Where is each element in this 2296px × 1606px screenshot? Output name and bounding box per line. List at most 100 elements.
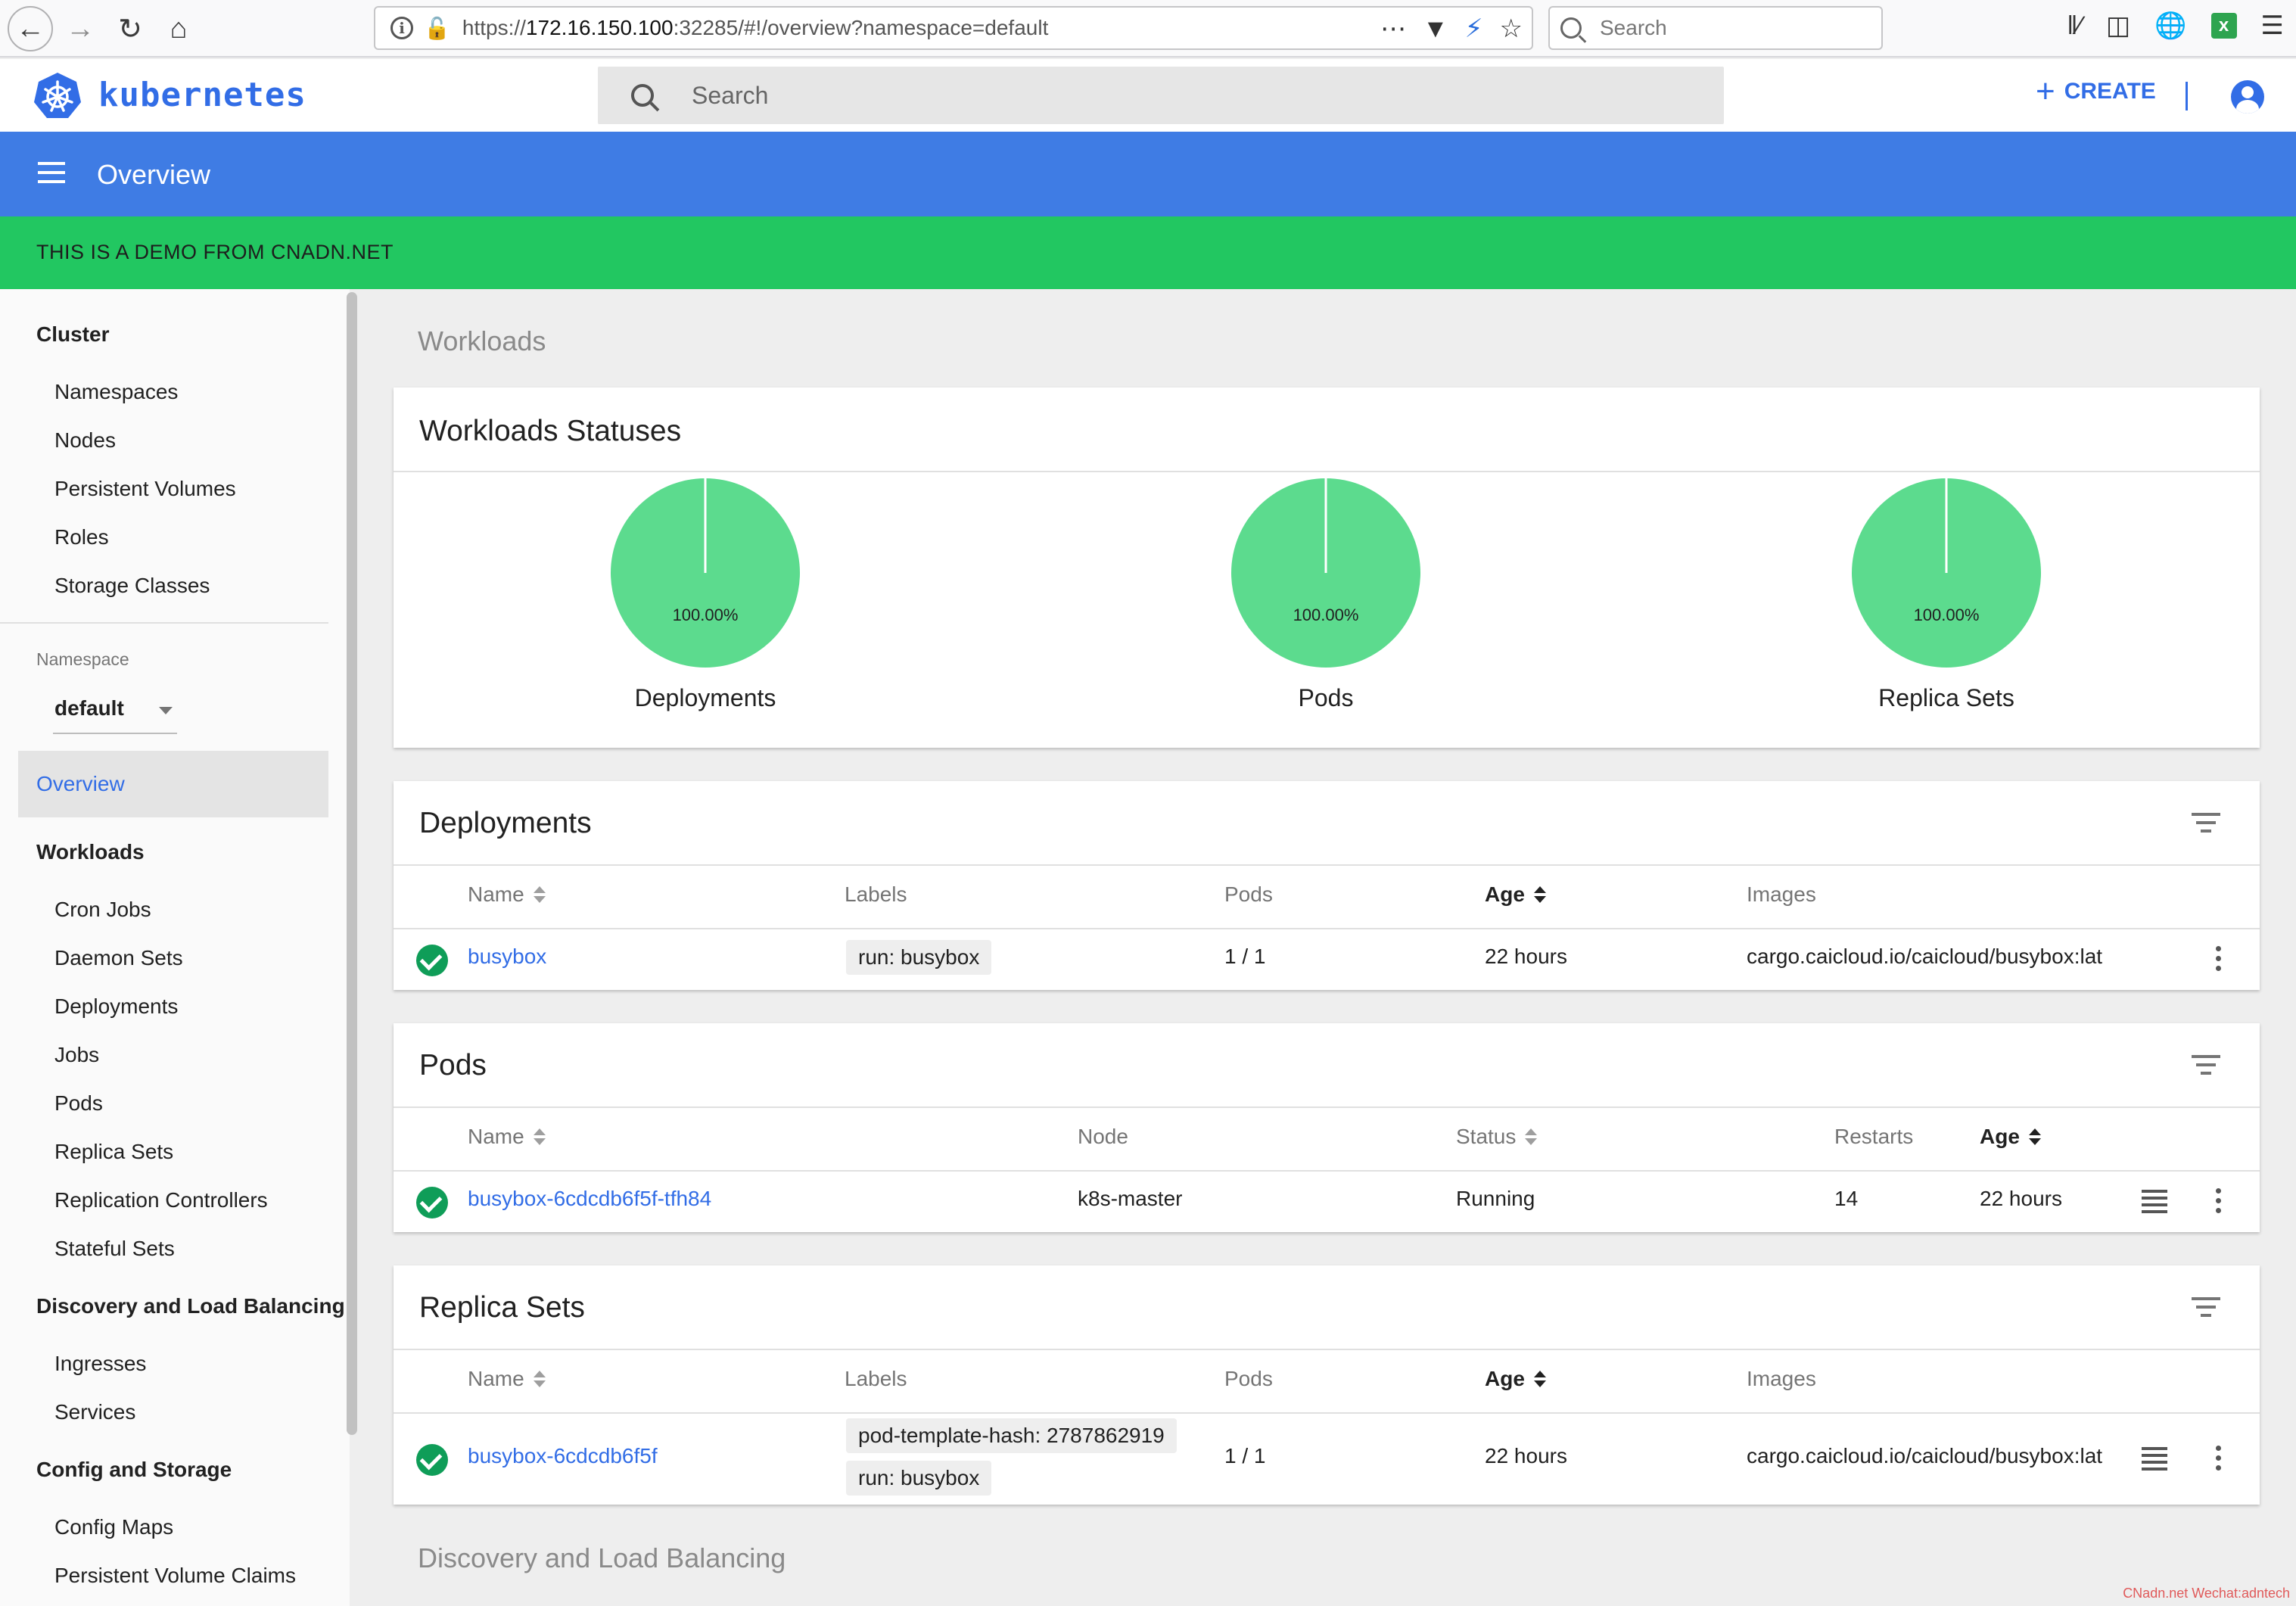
sidebar-item-roles[interactable]: Roles [54, 525, 109, 549]
sidebar-item-replica-sets[interactable]: Replica Sets [54, 1140, 173, 1164]
hamburger-menu-icon[interactable]: ☰ [2261, 11, 2284, 41]
create-button[interactable]: + CREATE [2036, 73, 2156, 110]
card-title: Workloads Statuses [419, 415, 682, 447]
status-value: Running [1456, 1187, 1535, 1210]
sidebar-icon[interactable]: ◫ [2106, 11, 2130, 41]
sidebar-item-stateful-sets[interactable]: Stateful Sets [54, 1237, 175, 1261]
namespace-label: Namespace [36, 649, 129, 669]
app-search-input[interactable]: Search [598, 67, 1724, 124]
pods-count: 1 / 1 [1224, 1444, 1266, 1467]
sidebar-heading-cluster[interactable]: Cluster [36, 322, 109, 347]
filter-icon[interactable] [2192, 1055, 2220, 1078]
sidebar-item-overview[interactable]: Overview [18, 751, 328, 817]
browser-search-input[interactable]: Search [1548, 6, 1883, 50]
card-title: Replica Sets [419, 1291, 585, 1324]
section-title-discovery: Discovery and Load Balancing [418, 1542, 786, 1573]
label-chip: run: busybox [846, 940, 992, 975]
bookmark-star-icon[interactable]: ☆ [1500, 14, 1523, 44]
sidebar-divider [0, 622, 328, 624]
age-value: 22 hours [1485, 945, 1567, 968]
sidebar-item-namespaces[interactable]: Namespaces [54, 380, 178, 404]
back-icon[interactable]: ← [8, 6, 53, 51]
sidebar-item-deployments[interactable]: Deployments [54, 994, 178, 1019]
sidebar-item-persistent-volume-claims[interactable]: Persistent Volume Claims [54, 1564, 296, 1588]
sidebar-item-config-maps[interactable]: Config Maps [54, 1515, 173, 1539]
menu-icon[interactable] [38, 162, 65, 185]
column-header-age[interactable]: Age [1980, 1125, 2041, 1149]
forward-icon[interactable]: → [58, 6, 103, 51]
pocket-icon[interactable]: ▼ [1423, 14, 1448, 44]
more-vert-icon[interactable] [2214, 946, 2222, 973]
image-value: cargo.caicloud.io/caicloud/busybox:lates… [1747, 1444, 2102, 1467]
sidebar-item-services[interactable]: Services [54, 1400, 135, 1424]
logs-icon[interactable] [2142, 1447, 2167, 1471]
sidebar-item-storage-classes[interactable]: Storage Classes [54, 574, 210, 598]
page-title: Overview [97, 159, 211, 190]
more-vert-icon[interactable] [2214, 1446, 2222, 1473]
sidebar-item-persistent-volumes[interactable]: Persistent Volumes [54, 477, 236, 501]
workloads-statuses-card: Workloads Statuses 100.00% Deployments 1… [394, 387, 2260, 748]
filter-icon[interactable] [2192, 813, 2220, 836]
replica-set-name-link[interactable]: busybox-6cdcdb6f5f [468, 1444, 658, 1468]
more-vert-icon[interactable] [2214, 1188, 2222, 1215]
home-icon[interactable]: ⌂ [156, 6, 201, 51]
pods-card: Pods Name Node Status Restarts Age busyb… [394, 1023, 2260, 1232]
node-value: k8s-master [1078, 1187, 1183, 1210]
site-info-icon[interactable]: i [390, 17, 413, 39]
sidebar-scrollbar[interactable] [347, 292, 357, 1435]
column-header-status[interactable]: Status [1456, 1125, 1538, 1149]
sort-icon [1533, 1369, 1546, 1389]
column-header-pods: Pods [1224, 882, 1273, 906]
chart-label: Replica Sets [1878, 684, 2014, 711]
extension-icon[interactable]: x [2210, 13, 2237, 39]
column-header-node: Node [1078, 1125, 1128, 1148]
pod-name-link[interactable]: busybox-6cdcdb6f5f-tfh84 [468, 1187, 711, 1211]
url-text[interactable]: https://172.16.150.100:32285/#!/overview… [462, 16, 1048, 40]
sidebar-heading-discovery[interactable]: Discovery and Load Balancing [36, 1294, 345, 1318]
sidebar-item-replication-controllers[interactable]: Replication Controllers [54, 1188, 268, 1212]
replica-sets-status-chart: 100.00% Replica Sets [1795, 477, 2098, 712]
plus-icon: + [2036, 73, 2055, 110]
pods-count: 1 / 1 [1224, 945, 1266, 968]
address-bar[interactable]: i 🔓 https://172.16.150.100:32285/#!/over… [374, 6, 1533, 50]
sort-icon [1525, 1127, 1538, 1147]
column-header-age[interactable]: Age [1485, 882, 1546, 907]
sidebar-item-jobs[interactable]: Jobs [54, 1043, 99, 1067]
sidebar-item-daemon-sets[interactable]: Daemon Sets [54, 946, 183, 970]
sidebar-heading-workloads[interactable]: Workloads [36, 840, 145, 864]
chart-label: Deployments [634, 684, 776, 711]
namespace-select[interactable]: default [53, 695, 177, 734]
label-chip: pod-template-hash: 2787862919 [846, 1418, 1177, 1453]
brand-name[interactable]: kubernetes [98, 76, 306, 114]
lightning-icon[interactable]: ⚡ [1465, 14, 1483, 44]
column-header-name[interactable]: Name [468, 1125, 546, 1149]
pods-pie: 100.00% [1231, 478, 1420, 668]
column-header-name[interactable]: Name [468, 882, 546, 907]
sidebar-item-nodes[interactable]: Nodes [54, 428, 116, 453]
kubernetes-logo-icon[interactable] [33, 71, 82, 120]
sort-icon [533, 885, 546, 904]
pie-percent-label: 100.00% [673, 605, 739, 624]
deployments-status-chart: 100.00% Deployments [554, 477, 857, 712]
account-icon[interactable] [2231, 80, 2264, 114]
sort-icon [2028, 1127, 2041, 1147]
demo-banner: THIS IS A DEMO FROM CNADN.NET [0, 216, 2296, 289]
deployment-name-link[interactable]: busybox [468, 945, 546, 969]
page-actions-icon[interactable]: ⋯ [1380, 14, 1406, 44]
logs-icon[interactable] [2142, 1190, 2167, 1213]
sidebar-item-pods[interactable]: Pods [54, 1091, 103, 1116]
title-bar: Overview [0, 132, 2296, 216]
sidebar-heading-config[interactable]: Config and Storage [36, 1458, 232, 1482]
lock-warning-icon[interactable]: 🔓 [424, 16, 450, 41]
library-icon[interactable]: ‖∕ [2067, 11, 2082, 41]
sidebar-item-ingresses[interactable]: Ingresses [54, 1352, 146, 1376]
column-header-age[interactable]: Age [1485, 1367, 1546, 1391]
filter-icon[interactable] [2192, 1297, 2220, 1320]
column-header-name[interactable]: Name [468, 1367, 546, 1391]
column-header-images: Images [1747, 882, 1816, 906]
column-header-pods: Pods [1224, 1367, 1273, 1390]
watermark: CNadn.net Wechat:adntech [2123, 1586, 2290, 1601]
reload-icon[interactable]: ↻ [107, 6, 153, 51]
globe-icon[interactable]: 🌐 [2154, 11, 2186, 41]
sidebar-item-cron-jobs[interactable]: Cron Jobs [54, 898, 151, 922]
